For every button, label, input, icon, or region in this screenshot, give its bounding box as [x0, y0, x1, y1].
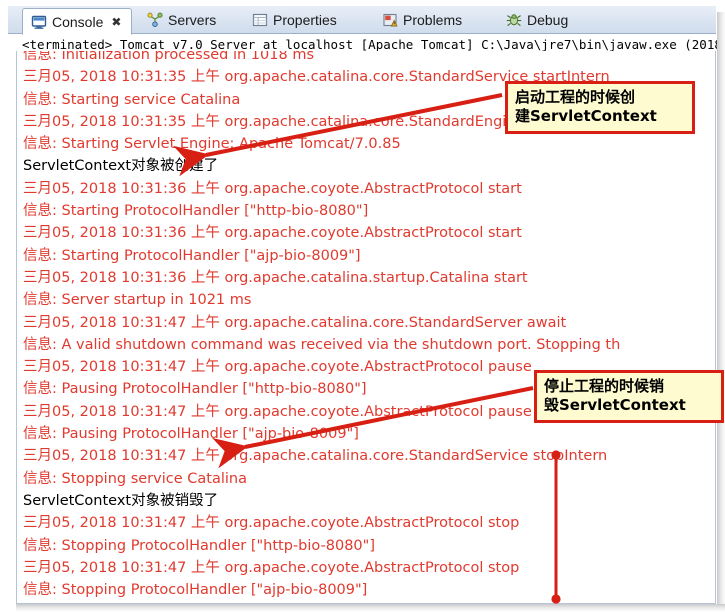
annotation-destroy-line2: 毁ServletContext: [544, 396, 686, 414]
servers-icon: [147, 12, 163, 28]
properties-icon: [252, 12, 268, 28]
tab-problems[interactable]: Problems: [374, 7, 492, 33]
tab-console-label: Console: [52, 13, 104, 30]
annotation-create-servletcontext: 启动工程的时候创 建ServletContext: [505, 81, 695, 134]
process-description-line: <terminated> Tomcat v7.0 Server at local…: [22, 37, 722, 52]
console-line: 信息: Stopping service Catalina: [23, 470, 247, 487]
console-line: 信息: Stopping ProtocolHandler ["ajp-bio-8…: [23, 582, 368, 599]
tab-debug-label: Debug: [527, 12, 569, 28]
console-line: 信息: Starting Servlet Engine: Apache Tomc…: [23, 136, 401, 153]
annotation-destroy-servletcontext: 停止工程的时候销 毁ServletContext: [534, 370, 724, 423]
tab-servers[interactable]: Servers: [139, 7, 239, 33]
console-line: ServletContext对象被创建了: [23, 158, 219, 175]
console-line: 三月05, 2018 10:31:47 上午 org.apache.catali…: [23, 448, 608, 465]
tab-properties[interactable]: Properties: [244, 7, 369, 33]
tab-debug[interactable]: Debug: [498, 7, 593, 33]
console-icon: [31, 14, 47, 30]
console-line: 三月05, 2018 10:31:36 上午 org.apache.coyote…: [23, 225, 522, 242]
console-line: 信息: Pausing ProtocolHandler ["ajp-bio-80…: [23, 426, 359, 443]
problems-icon: [382, 12, 398, 28]
tab-console[interactable]: Console ✖: [22, 8, 132, 35]
console-line: 信息: Initialization processed in 1018 ms: [23, 51, 314, 63]
console-line: 三月05, 2018 10:31:47 上午 org.apache.catali…: [23, 314, 567, 331]
annotation-create-line2: 建ServletContext: [515, 107, 657, 125]
console-line: 三月05, 2018 10:31:47 上午 org.apache.coyote…: [23, 515, 520, 532]
console-line: 三月05, 2018 10:31:47 上午 org.apache.coyote…: [23, 559, 520, 576]
console-line: 三月05, 2018 10:31:36 上午 org.apache.coyote…: [23, 180, 522, 197]
close-icon[interactable]: ✖: [111, 15, 121, 29]
tab-problems-label: Problems: [403, 12, 463, 28]
view-bottom-shadow: [16, 604, 725, 612]
view-tab-strip: Console ✖ Servers Properties Problems De…: [8, 6, 716, 35]
console-line: ServletContext对象被销毁了: [23, 492, 219, 509]
tab-properties-label: Properties: [273, 12, 337, 28]
console-line: 信息: Stopping ProtocolHandler ["http-bio-…: [23, 537, 375, 554]
debug-icon: [506, 12, 522, 28]
console-line: 信息: Server startup in 1021 ms: [23, 292, 252, 309]
tab-servers-label: Servers: [168, 12, 217, 28]
console-line: 三月05, 2018 10:31:36 上午 org.apache.catali…: [23, 269, 528, 286]
console-line: 信息: A valid shutdown command was receive…: [23, 336, 621, 353]
annotation-destroy-line1: 停止工程的时候销: [544, 377, 665, 395]
console-line: 信息: Starting ProtocolHandler ["http-bio-…: [23, 203, 369, 220]
annotation-create-line1: 启动工程的时候创: [515, 88, 636, 106]
console-line: 信息: Starting ProtocolHandler ["ajp-bio-8…: [23, 247, 361, 264]
view-right-shadow: [717, 12, 725, 610]
